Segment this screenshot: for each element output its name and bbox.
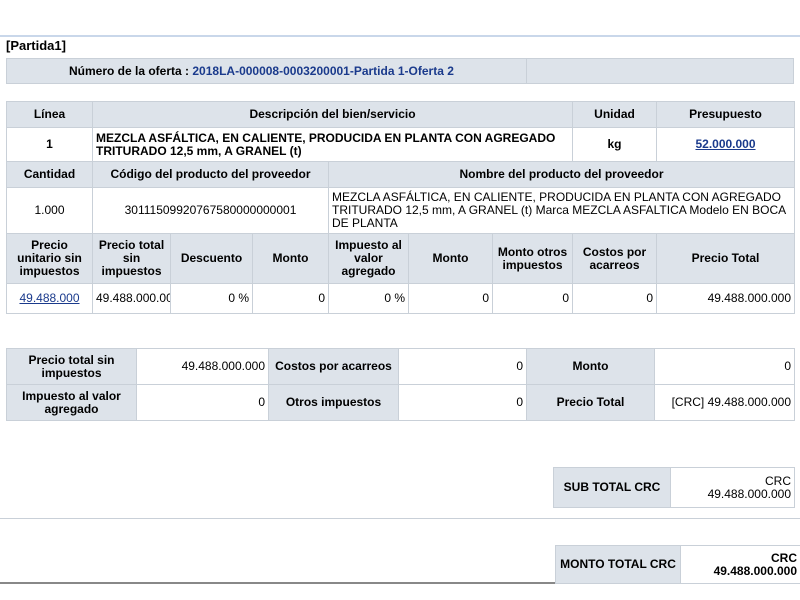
item-detail-table: Línea Descripción del bien/servicio Unid… <box>6 101 795 314</box>
presupuesto-link[interactable]: 52.000.000 <box>695 137 755 151</box>
header-unidad: Unidad <box>572 101 657 128</box>
subtotal-table: SUB TOTAL CRC CRC 49.488.000.000 <box>553 467 795 508</box>
summary-precio-total-sin-label: Precio total sin impuestos <box>6 348 137 385</box>
item-header-row: Línea Descripción del bien/servicio Unid… <box>6 101 795 128</box>
header-costos: Costos por acarreos <box>572 233 657 284</box>
cell-precio-total: 49.488.000.000 <box>656 283 795 314</box>
cell-descripcion: MEZCLA ASFÁLTICA, EN CALIENTE, PRODUCIDA… <box>92 127 573 162</box>
price-header-row: Precio unitario sin impuestos Precio tot… <box>6 233 795 284</box>
total-value: 49.488.000.000 <box>713 563 797 578</box>
total-row: MONTO TOTAL CRC CRC 49.488.000.000 <box>555 545 800 584</box>
top-border <box>0 35 800 37</box>
subtotal-label: SUB TOTAL CRC <box>553 467 671 508</box>
section-divider <box>0 518 800 519</box>
header-monto-iva: Monto <box>408 233 493 284</box>
price-row: 49.488.000 49.488.000.000 0 % 0 0 % 0 0 … <box>6 283 795 314</box>
bottom-divider <box>0 582 555 584</box>
offer-number-label: Número de la oferta : <box>69 64 190 78</box>
header-monto-otros: Monto otros impuestos <box>492 233 573 284</box>
cell-monto-otros: 0 <box>492 283 573 314</box>
total-cell: CRC 49.488.000.000 <box>680 545 800 584</box>
cell-iva: 0 % <box>328 283 409 314</box>
summary-monto-value: 0 <box>654 348 795 385</box>
subtotal-row: SUB TOTAL CRC CRC 49.488.000.000 <box>553 467 795 508</box>
summary-row-1: Precio total sin impuestos 49.488.000.00… <box>6 348 795 385</box>
item-row: 1 MEZCLA ASFÁLTICA, EN CALIENTE, PRODUCI… <box>6 127 795 162</box>
header-presupuesto: Presupuesto <box>656 101 795 128</box>
summary-otros-label: Otros impuestos <box>268 384 399 421</box>
cell-linea: 1 <box>6 127 93 162</box>
subtotal-currency: CRC <box>765 473 791 488</box>
cell-precio-unitario: 49.488.000 <box>6 283 93 314</box>
cell-descuento: 0 % <box>170 283 253 314</box>
header-precio-total-sin: Precio total sin impuestos <box>92 233 171 284</box>
summary-row-2: Impuesto al valor agregado 0 Otros impue… <box>6 384 795 421</box>
partida-title: [Partida1] <box>6 38 66 53</box>
total-table: MONTO TOTAL CRC CRC 49.488.000.000 <box>555 545 800 584</box>
subtotal-value: 49.488.000.000 <box>707 486 791 501</box>
offer-number-text: Número de la oferta : 2018LA-000008-0003… <box>69 64 454 78</box>
cell-unidad: kg <box>572 127 657 162</box>
header-nombre: Nombre del producto del proveedor <box>328 161 795 188</box>
header-precio-unitario: Precio unitario sin impuestos <box>6 233 93 284</box>
summary-table: Precio total sin impuestos 49.488.000.00… <box>6 348 795 421</box>
cell-monto: 0 <box>252 283 329 314</box>
header-codigo: Código del producto del proveedor <box>92 161 329 188</box>
total-label: MONTO TOTAL CRC <box>555 545 681 584</box>
header-monto: Monto <box>252 233 329 284</box>
precio-unitario-link[interactable]: 49.488.000 <box>19 291 79 305</box>
supplier-header-row: Cantidad Código del producto del proveed… <box>6 161 795 188</box>
offer-number-value: 2018LA-000008-0003200001-Partida 1-Ofert… <box>192 64 454 78</box>
header-linea: Línea <box>6 101 93 128</box>
summary-iva-value: 0 <box>136 384 269 421</box>
cell-monto-iva: 0 <box>408 283 493 314</box>
cell-precio-total-sin: 49.488.000.000 <box>92 283 171 314</box>
subtotal-cell: CRC 49.488.000.000 <box>670 467 795 508</box>
supplier-row: 1.000 30111509920767580000000001 MEZCLA … <box>6 187 795 234</box>
cell-costos: 0 <box>572 283 657 314</box>
header-descripcion: Descripción del bien/servicio <box>92 101 573 128</box>
cell-cantidad: 1.000 <box>6 187 93 234</box>
cell-codigo: 30111509920767580000000001 <box>92 187 329 234</box>
summary-costos-value: 0 <box>398 348 527 385</box>
header-descuento: Descuento <box>170 233 253 284</box>
header-iva: Impuesto al valor agregado <box>328 233 409 284</box>
total-currency: CRC <box>771 550 797 565</box>
summary-otros-value: 0 <box>398 384 527 421</box>
summary-iva-label: Impuesto al valor agregado <box>6 384 137 421</box>
summary-precio-total-sin-value: 49.488.000.000 <box>136 348 269 385</box>
cell-presupuesto: 52.000.000 <box>656 127 795 162</box>
offer-number-bar: Número de la oferta : 2018LA-000008-0003… <box>6 58 794 84</box>
summary-precio-total-value: [CRC] 49.488.000.000 <box>654 384 795 421</box>
header-cantidad: Cantidad <box>6 161 93 188</box>
summary-precio-total-label: Precio Total <box>526 384 655 421</box>
offer-bar-divider <box>526 59 527 83</box>
cell-nombre: MEZCLA ASFÁLTICA, EN CALIENTE, PRODUCIDA… <box>328 187 795 234</box>
summary-monto-label: Monto <box>526 348 655 385</box>
summary-costos-label: Costos por acarreos <box>268 348 399 385</box>
header-precio-total: Precio Total <box>656 233 795 284</box>
